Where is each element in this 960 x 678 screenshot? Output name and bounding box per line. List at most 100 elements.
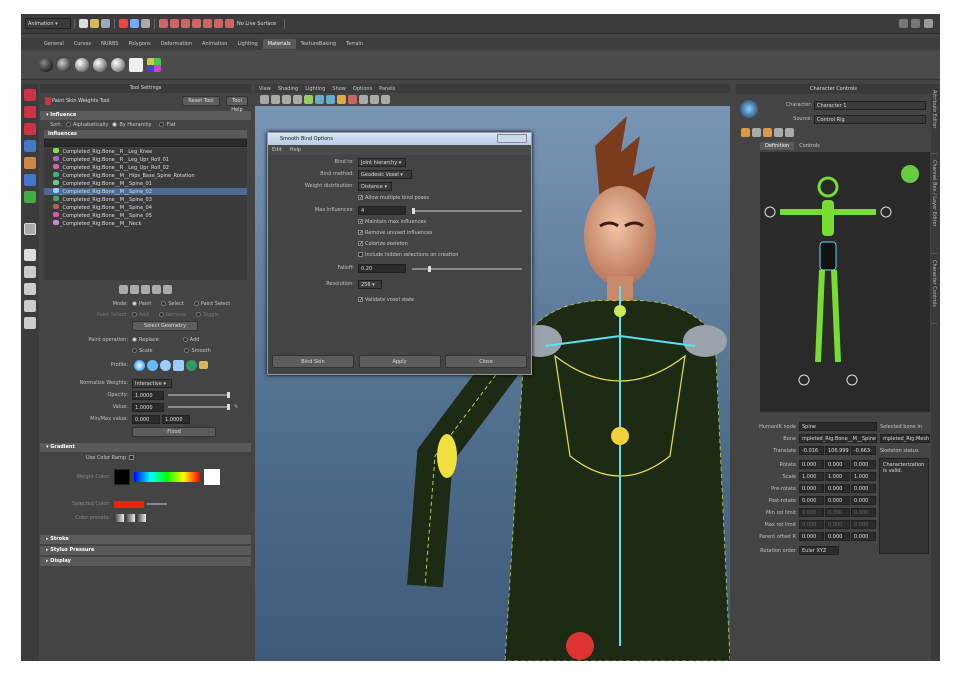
prop-field[interactable]: 0.000 <box>825 508 850 517</box>
prop-field[interactable]: 0.000 <box>799 460 824 469</box>
resolution-dropdown[interactable]: 256 ▾ <box>358 280 382 289</box>
falloff-field[interactable]: 0.20 <box>358 264 406 273</box>
edit-menu[interactable]: Edit <box>272 145 282 155</box>
shelf-tab[interactable]: NURBS <box>96 39 123 49</box>
prop-field[interactable]: 0.000 <box>851 460 876 469</box>
scale-tool-icon[interactable] <box>24 174 36 186</box>
prop-field[interactable]: 1.000 <box>825 472 850 481</box>
remove-unused-option[interactable]: ✓ Remove unused influences <box>358 230 432 236</box>
prop-field[interactable]: 0.000 <box>851 520 876 529</box>
prop-field[interactable]: 1.000 <box>799 472 824 481</box>
op-smooth-radio[interactable]: Smooth <box>184 347 211 354</box>
influence-filter-input[interactable] <box>44 139 247 147</box>
tab-character-controls[interactable]: Character Controls <box>931 254 937 324</box>
bookmark-icon[interactable] <box>271 95 280 104</box>
tab-channel-box[interactable]: Channel Box / Layer Editor <box>931 154 937 254</box>
help-menu[interactable]: Help <box>290 145 301 155</box>
hik-spine[interactable] <box>822 200 834 236</box>
gradient-section-header[interactable]: ▾ Gradient <box>40 443 251 452</box>
select-object-icon[interactable] <box>130 19 139 28</box>
shelf-tab[interactable]: Polygons <box>123 39 155 49</box>
validate-voxel-option[interactable]: ✓ Validate voxel state <box>358 297 414 303</box>
isolate-icon[interactable] <box>370 95 379 104</box>
bone-field-2[interactable]: mpleted_Rig:Mesh_M_Body <box>880 434 930 443</box>
humanik-node-field[interactable]: Spine <box>799 422 877 431</box>
rotate-tool-icon[interactable] <box>24 157 36 169</box>
prop-field[interactable]: 0.000 <box>799 484 824 493</box>
bone-field[interactable]: mpleted_Rig:Bone__M__Spine_01 <box>799 434 877 443</box>
tab-attribute-editor[interactable]: Attribute Editor <box>931 84 937 154</box>
display-section-header[interactable]: ▸ Display <box>40 557 251 566</box>
soft-mod-icon[interactable] <box>24 191 36 203</box>
shelf-tab[interactable]: Terrain <box>341 39 368 49</box>
unhold-weights-icon[interactable] <box>130 284 139 294</box>
browse-folder-icon[interactable] <box>199 361 208 369</box>
character-dropdown[interactable]: Character 1 <box>814 101 926 110</box>
colorize-skeleton-option[interactable]: ✓ Colorize skeleton <box>358 241 408 247</box>
view-menu[interactable]: View <box>259 86 271 92</box>
prop-field[interactable]: 1.000 <box>851 472 876 481</box>
tab-definition[interactable]: Definition <box>760 142 795 150</box>
channel-box-icon[interactable] <box>924 19 933 28</box>
list-item[interactable]: _Completed_Rig:Bone__M__Hips_Base_Spine_… <box>44 172 247 180</box>
normalize-dropdown[interactable]: Interactive ▾ <box>132 378 172 388</box>
op-add-radio[interactable]: Add <box>182 336 199 343</box>
invert-icon[interactable] <box>163 284 172 294</box>
hik-tool-icon[interactable] <box>763 128 772 137</box>
tool-help-button[interactable]: Tool Help <box>226 96 248 113</box>
sort-flat-radio[interactable]: Flat <box>159 122 176 128</box>
bind-method-dropdown[interactable]: Geodesic Voxel ▾ <box>358 170 412 179</box>
smooth-shade-icon[interactable] <box>315 95 324 104</box>
select-hierarchy-icon[interactable] <box>119 19 128 28</box>
eyedropper-icon[interactable]: ✎ <box>234 404 238 410</box>
shelf-tab[interactable]: Lighting <box>232 39 262 49</box>
shading-menu[interactable]: Shading <box>278 86 298 92</box>
new-scene-icon[interactable] <box>79 19 88 28</box>
rotation-order-dropdown[interactable]: Euler XYZ <box>799 546 839 555</box>
tab-controls[interactable]: Controls <box>794 142 825 150</box>
snap-point-icon[interactable] <box>181 19 190 28</box>
attribute-editor-icon[interactable] <box>898 19 908 28</box>
selected-color-swatch[interactable] <box>114 500 144 508</box>
prop-field[interactable]: 0.000 <box>851 484 876 493</box>
flood-button[interactable]: Flood <box>132 427 216 437</box>
snap-view-icon[interactable] <box>192 19 201 28</box>
list-item[interactable]: _Completed_Rig:Bone__M__Spine_05 <box>44 212 247 220</box>
magnet-icon[interactable] <box>214 19 223 28</box>
wireframe-icon[interactable] <box>304 95 313 104</box>
prop-field[interactable]: 0.000 <box>825 532 850 541</box>
sort-alpha-radio[interactable]: Alphabetically <box>65 122 108 128</box>
move-tool-icon[interactable] <box>24 140 36 152</box>
phong-material-icon[interactable] <box>75 57 89 72</box>
paint-weights-tool-icon[interactable] <box>24 223 36 235</box>
dialog-titlebar[interactable]: Smooth Bind Options <box>268 133 531 145</box>
shelf-tab-active[interactable]: Materials <box>262 39 296 49</box>
lasso-tool-icon[interactable] <box>24 106 36 118</box>
translate-x[interactable]: -0.016 <box>799 446 824 455</box>
square-brush-icon[interactable] <box>173 359 184 371</box>
color-preset-grey[interactable] <box>136 514 146 522</box>
select-component-icon[interactable] <box>141 19 150 28</box>
use-color-ramp-checkbox[interactable] <box>129 455 135 460</box>
op-scale-radio[interactable]: Scale <box>132 347 152 354</box>
open-scene-icon[interactable] <box>90 19 99 28</box>
side-by-side-icon[interactable] <box>24 283 36 295</box>
prop-field[interactable]: 0.000 <box>851 508 876 517</box>
prop-field[interactable]: 0.000 <box>825 460 850 469</box>
persp-graph-icon[interactable] <box>24 300 36 312</box>
single-view-icon[interactable] <box>24 249 36 261</box>
image-plane-icon[interactable] <box>282 95 291 104</box>
save-scene-icon[interactable] <box>101 19 110 28</box>
list-item[interactable]: _Completed_Rig:Bone__R__Leg_Upr_Roll_01 <box>44 156 247 164</box>
max-influences-field[interactable]: 4 <box>358 206 406 215</box>
lights-icon[interactable] <box>337 95 346 104</box>
stroke-section-header[interactable]: ▸ Stroke <box>40 535 251 544</box>
source-dropdown[interactable]: Control Rig <box>814 115 926 124</box>
hik-tool-icon[interactable] <box>752 128 761 137</box>
weight-color-swatch-low[interactable] <box>114 469 130 485</box>
translate-z[interactable]: -0.663 <box>851 446 876 455</box>
maintain-max-option[interactable]: ✓ Maintain max influences <box>358 219 426 225</box>
prop-field[interactable]: 0.000 <box>851 532 876 541</box>
include-hidden-option[interactable]: Include hidden selections on creation <box>358 252 458 258</box>
blinn-material-icon[interactable] <box>57 57 71 72</box>
